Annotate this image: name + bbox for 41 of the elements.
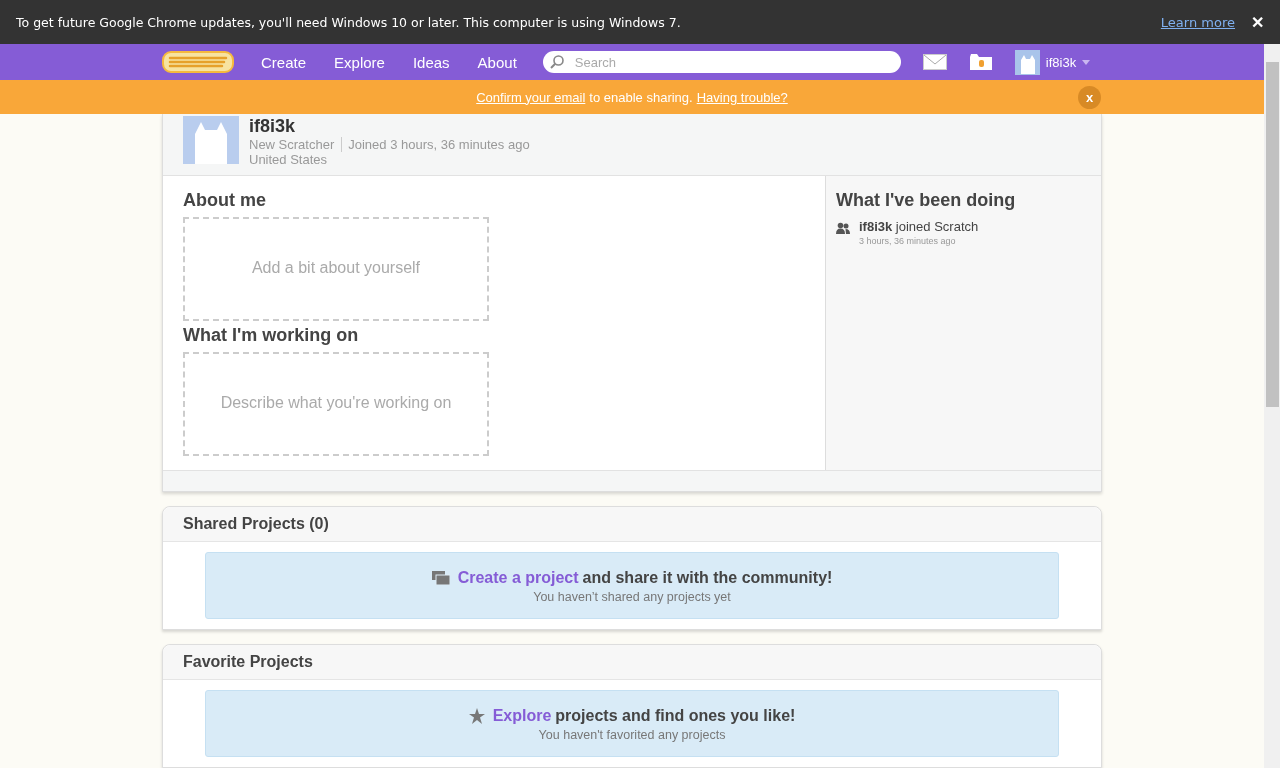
section-title: What I've been doing bbox=[836, 190, 1017, 211]
caret-icon bbox=[1082, 59, 1091, 65]
nav-link[interactable]: Explore bbox=[328, 53, 391, 71]
close-button[interactable]: x bbox=[1078, 86, 1101, 109]
create-link[interactable]: Create a project bbox=[457, 569, 579, 587]
nav-link[interactable]: Ideas bbox=[406, 53, 456, 71]
panel-title: Favorite Projects bbox=[163, 645, 1101, 680]
avatar-icon bbox=[1014, 49, 1040, 75]
activity-time: 3 hours, 36 minutes ago bbox=[859, 236, 957, 246]
section-title: What I'm working on bbox=[183, 325, 360, 346]
message-text: and share it with the community! bbox=[582, 569, 833, 587]
star-icon bbox=[468, 708, 485, 724]
nav-link[interactable]: About bbox=[471, 53, 523, 71]
search-field[interactable]: Search bbox=[542, 51, 901, 73]
section-title: About me bbox=[183, 190, 267, 211]
activity-text: if8i3k joined Scratch bbox=[859, 219, 979, 234]
panel-title: Shared Projects (0) bbox=[163, 507, 1101, 542]
text-box[interactable]: Add a bit about yourself bbox=[183, 217, 489, 321]
notification-text: To get future Google Chrome updates, you'll need Windows 10 or later. This computer is using Windows 7. bbox=[16, 14, 681, 30]
close-button[interactable]: ✕ bbox=[1251, 12, 1264, 32]
folders-icon bbox=[431, 571, 450, 585]
mail-icon bbox=[922, 54, 947, 70]
location-text: United States bbox=[249, 152, 329, 167]
message-note: You haven’t shared any projects yet bbox=[532, 590, 732, 604]
profile-name: if8i3k bbox=[249, 116, 297, 136]
text-box[interactable]: Describe what you're working on bbox=[183, 352, 489, 456]
learn-more-link[interactable]: Learn more bbox=[1160, 14, 1235, 30]
scratch-logo bbox=[162, 50, 234, 74]
message-text: projects and find ones you like! bbox=[555, 707, 796, 725]
username: if8i3k bbox=[1045, 54, 1077, 70]
banner-text: to enable sharing. bbox=[589, 89, 693, 105]
folder-icon bbox=[968, 53, 993, 71]
scrollbar[interactable] bbox=[1264, 44, 1280, 768]
joined-text: Joined 3 hours, 36 minutes ago bbox=[348, 137, 530, 152]
status-text: New Scratcher bbox=[249, 137, 343, 152]
search-icon bbox=[548, 54, 565, 70]
people-icon bbox=[836, 222, 850, 234]
account-menu[interactable]: if8i3k bbox=[1014, 49, 1091, 75]
message-note: You haven't favorited any projects bbox=[537, 728, 727, 742]
explore-link[interactable]: Explore bbox=[492, 707, 552, 725]
nav-link[interactable]: Create bbox=[255, 53, 313, 71]
